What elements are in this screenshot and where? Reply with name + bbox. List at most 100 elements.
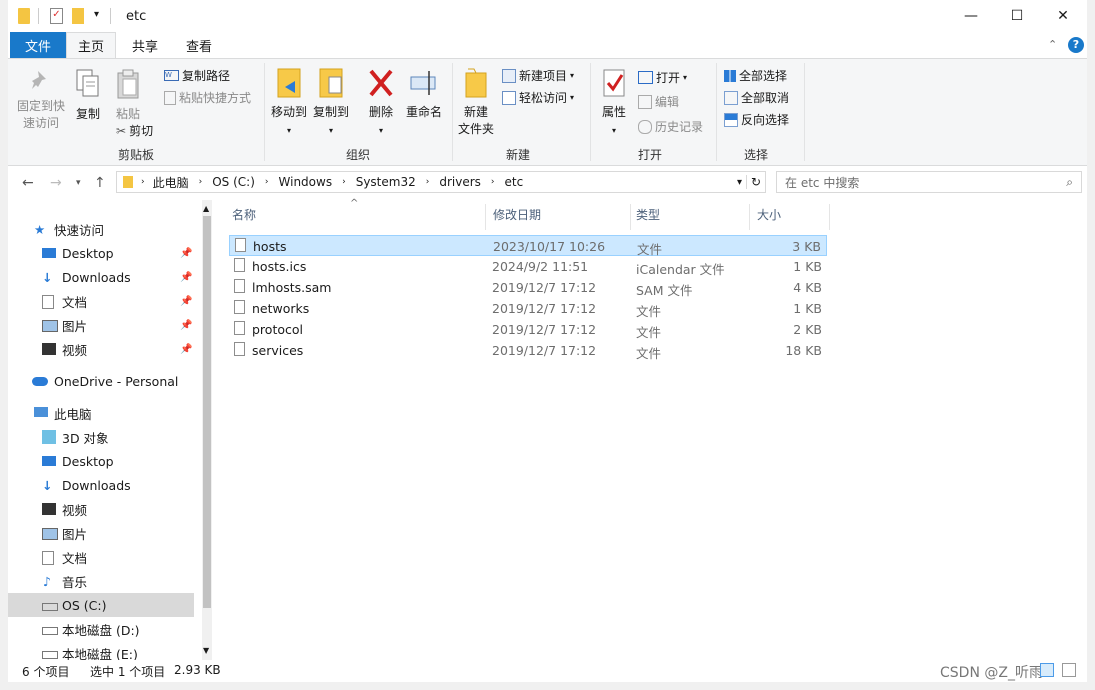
breadcrumb-this-pc[interactable]: 此电脑 xyxy=(153,174,189,191)
nav-3d-objects[interactable]: 3D 对象 xyxy=(8,425,194,449)
tab-view[interactable]: 查看 xyxy=(174,32,224,58)
address-dropdown-icon[interactable]: ▾ xyxy=(737,177,742,188)
customize-qat-icon[interactable]: ▾ xyxy=(94,9,99,25)
column-divider[interactable] xyxy=(829,204,830,230)
up-icon[interactable]: ↑ xyxy=(94,175,106,191)
delete-button[interactable]: 删除 ▾ xyxy=(366,67,396,139)
large-icons-view-icon[interactable] xyxy=(1062,663,1076,677)
minimize-button[interactable]: — xyxy=(948,0,994,32)
file-row-hosts-ics[interactable]: hosts.ics 2024/9/2 11:51 iCalendar 文件 1 … xyxy=(229,256,827,277)
nav-quick-videos[interactable]: 视频 📌 xyxy=(8,337,194,361)
close-button[interactable]: ✕ xyxy=(1040,0,1086,32)
file-row-services[interactable]: services 2019/12/7 17:12 文件 18 KB xyxy=(229,340,827,361)
search-box[interactable]: 在 etc 中搜索 ⌕ xyxy=(776,171,1082,193)
nav-pictures[interactable]: 图片 xyxy=(8,521,194,545)
edit-button[interactable]: 编辑 xyxy=(638,93,679,110)
nav-desktop[interactable]: Desktop xyxy=(8,449,194,473)
nav-quick-documents[interactable]: 文档 📌 xyxy=(8,289,194,313)
nav-quick-desktop[interactable]: Desktop 📌 xyxy=(8,241,194,265)
tab-file[interactable]: 文件 xyxy=(10,32,66,58)
column-divider[interactable] xyxy=(485,204,486,230)
nav-onedrive[interactable]: OneDrive - Personal xyxy=(8,369,194,393)
refresh-icon[interactable]: ↻ xyxy=(746,175,765,189)
nav-quick-access[interactable]: ★ 快速访问 xyxy=(8,217,194,241)
divider xyxy=(452,63,453,161)
nav-drive-e[interactable]: 本地磁盘 (E:) xyxy=(8,641,194,660)
dropdown-arrow-icon: ▾ xyxy=(611,126,616,135)
file-row-lmhosts-sam[interactable]: lmhosts.sam 2019/12/7 17:12 SAM 文件 4 KB xyxy=(229,277,827,298)
column-header-date[interactable]: 修改日期 xyxy=(493,206,541,223)
address-bar[interactable]: › 此电脑 › OS (C:) › Windows › System32 › d… xyxy=(116,171,766,193)
select-all-icon xyxy=(724,69,736,82)
pin-icon[interactable]: 📌 xyxy=(180,296,192,307)
paste-button[interactable]: 粘贴 xyxy=(112,69,144,123)
breadcrumb-drivers[interactable]: drivers xyxy=(439,175,481,189)
breadcrumb-os-c[interactable]: OS (C:) xyxy=(212,175,255,189)
scroll-down-icon[interactable]: ▼ xyxy=(203,646,209,655)
select-all-button[interactable]: 全部选择 xyxy=(724,67,787,84)
copy-path-button[interactable]: W 复制路径 xyxy=(164,67,230,84)
maximize-button[interactable]: ☐ xyxy=(994,0,1040,32)
back-icon[interactable]: ← xyxy=(22,175,34,191)
nav-label: 快速访问 xyxy=(54,222,105,238)
pin-icon[interactable]: 📌 xyxy=(180,248,192,259)
nav-os-c[interactable]: OS (C:) xyxy=(8,593,194,617)
nav-drive-d[interactable]: 本地磁盘 (D:) xyxy=(8,617,194,641)
dropdown-arrow-icon: ▾ xyxy=(570,93,575,102)
nav-quick-downloads[interactable]: ↓ Downloads 📌 xyxy=(8,265,194,289)
new-folder-icon[interactable] xyxy=(72,8,84,24)
history-button[interactable]: 历史记录 xyxy=(638,118,703,135)
nav-downloads[interactable]: ↓ Downloads xyxy=(8,473,194,497)
column-header-name[interactable]: 名称 xyxy=(232,206,256,223)
search-icon[interactable]: ⌕ xyxy=(1066,175,1073,190)
file-icon xyxy=(234,342,245,356)
breadcrumb-system32[interactable]: System32 xyxy=(356,175,416,189)
nav-videos[interactable]: 视频 xyxy=(8,497,194,521)
invert-selection-button[interactable]: 反向选择 xyxy=(724,111,789,128)
copy-to-button[interactable]: 复制到 ▾ xyxy=(312,67,350,139)
tab-share[interactable]: 共享 xyxy=(120,32,170,58)
new-folder-button[interactable]: 新建 文件夹 xyxy=(456,67,496,138)
properties-icon[interactable]: ✓ xyxy=(50,8,63,24)
new-item-button[interactable]: 新建项目 ▾ xyxy=(502,67,574,84)
recent-locations-icon[interactable]: ▾ xyxy=(76,178,81,188)
status-selected-size: 2.93 KB xyxy=(174,663,221,677)
collapse-ribbon-icon[interactable]: ⌃ xyxy=(1048,38,1057,51)
file-type: 文件 xyxy=(636,346,662,361)
new-folder-label: 新建 xyxy=(463,105,488,119)
details-view-icon[interactable] xyxy=(1040,663,1054,677)
file-row-networks[interactable]: networks 2019/12/7 17:12 文件 1 KB xyxy=(229,298,827,319)
pin-icon[interactable]: 📌 xyxy=(180,344,192,355)
pin-quick-access-button[interactable]: 固定到快 速访问 xyxy=(14,69,68,132)
column-divider[interactable] xyxy=(630,204,631,230)
breadcrumb-etc[interactable]: etc xyxy=(505,175,524,189)
tab-home[interactable]: 主页 xyxy=(66,32,116,58)
help-icon[interactable]: ? xyxy=(1068,37,1084,53)
copy-button[interactable]: 复制 xyxy=(72,69,104,123)
nav-music[interactable]: ♪ 音乐 xyxy=(8,569,194,593)
scroll-up-icon[interactable]: ▲ xyxy=(203,204,209,213)
easy-access-button[interactable]: 轻松访问 ▾ xyxy=(502,89,574,106)
copy-to-label: 复制到 xyxy=(312,105,349,119)
nav-scrollbar[interactable]: ▲ ▼ xyxy=(202,200,212,660)
column-header-type[interactable]: 类型 xyxy=(636,206,660,223)
file-row-hosts[interactable]: hosts 2023/10/17 10:26 文件 3 KB xyxy=(229,235,827,257)
forward-icon[interactable]: → xyxy=(50,175,62,191)
cut-button[interactable]: ✂ 剪切 xyxy=(116,122,153,139)
file-row-protocol[interactable]: protocol 2019/12/7 17:12 文件 2 KB xyxy=(229,319,827,340)
nav-this-pc[interactable]: 此电脑 xyxy=(8,401,194,425)
paste-shortcut-button[interactable]: 粘贴快捷方式 xyxy=(164,89,251,106)
rename-button[interactable]: 重命名 xyxy=(404,67,444,121)
breadcrumb-windows[interactable]: Windows xyxy=(279,175,333,189)
nav-documents[interactable]: 文档 xyxy=(8,545,194,569)
properties-button[interactable]: 属性 ▾ xyxy=(596,67,632,139)
move-to-button[interactable]: 移动到 ▾ xyxy=(270,67,308,139)
pin-icon[interactable]: 📌 xyxy=(180,272,192,283)
column-divider[interactable] xyxy=(749,204,750,230)
pin-icon[interactable]: 📌 xyxy=(180,320,192,331)
scroll-thumb[interactable] xyxy=(203,216,211,608)
open-button[interactable]: 打开 ▾ xyxy=(638,69,687,86)
select-none-button[interactable]: 全部取消 xyxy=(724,89,789,106)
column-header-size[interactable]: 大小 xyxy=(757,206,781,223)
nav-quick-pictures[interactable]: 图片 📌 xyxy=(8,313,194,337)
